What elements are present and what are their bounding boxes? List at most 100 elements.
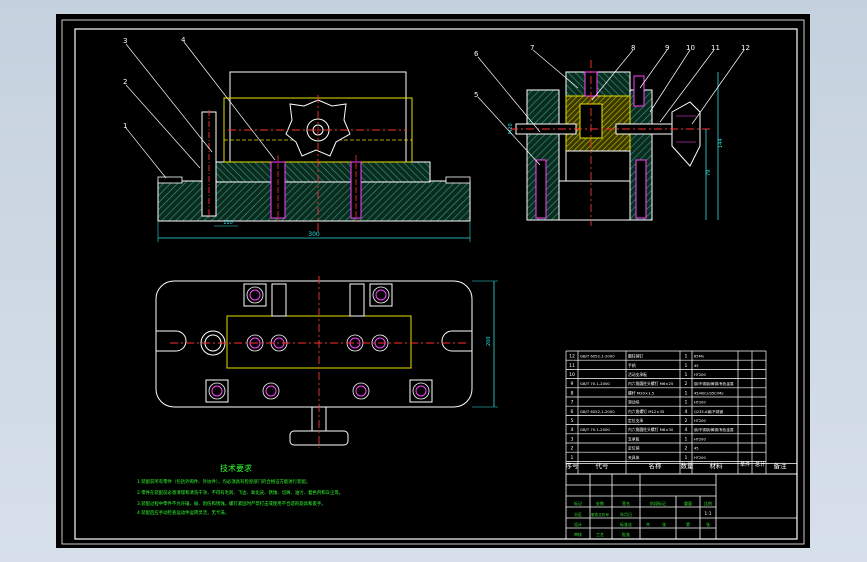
tb-label-sign: 签名	[622, 500, 630, 506]
tb-label-process: 工艺	[596, 532, 604, 537]
side-height-dim2: 79	[706, 170, 712, 176]
bom-h-no: 序号	[566, 461, 580, 470]
bom-row-material: 钢/不锈钢/黄铜/有色金属	[694, 381, 734, 386]
bom-h-code: 代号	[596, 461, 610, 470]
bom-row-no: 9	[571, 381, 574, 387]
bom-row-name: 定位销	[628, 446, 640, 451]
bom-row-material: 65Mn	[694, 355, 704, 359]
bom-row-material: HT200	[694, 419, 706, 423]
tb-label-weight: 重量	[684, 500, 692, 506]
bom-row-material: 45	[694, 447, 699, 451]
bom-row-code: GB/T 70.1-2000	[580, 427, 610, 432]
bom-row-name: 圆柱销钉	[628, 354, 643, 359]
bom-row-material: HT200	[694, 437, 706, 441]
tech-req-line-2: 2.零件在装配前必须清理和清洗干净，不得有毛刺、飞边、氧化皮、锈蚀、切屑、油污、…	[137, 489, 343, 496]
tech-req-title: 技术要求	[220, 463, 252, 473]
bom-row-qty: 1	[685, 436, 688, 442]
top-depth-dim: 200	[486, 336, 492, 346]
tb-scale-value: 1:1	[704, 511, 711, 517]
bom-row-no: 6	[571, 409, 574, 415]
bom-row-no: 1	[571, 455, 574, 461]
tb-label-total: 共	[646, 521, 650, 527]
tb-label-change: 更改文件号	[591, 512, 609, 517]
side-callout-6: 6	[474, 50, 479, 58]
bom-row-material: HT200	[694, 373, 706, 377]
front-callout-2: 2	[123, 78, 127, 86]
bom-row-material: 钢/不锈钢/黄铜/有色金属	[694, 427, 734, 432]
tech-req-line-1: 1.装配前所有零件（包括外购件、外协件），均必须具有检验部门的合格证方能进行装配…	[137, 478, 310, 485]
bom-row-no: 8	[571, 390, 574, 396]
tb-label-sheet1: 张	[662, 521, 666, 527]
bom-row-qty: 4	[685, 409, 688, 415]
front-callout-1: 1	[123, 122, 127, 130]
bom-row-no: 7	[571, 400, 574, 406]
bom-h-name: 名称	[649, 461, 663, 470]
bom-row-code: GB/T 70.1-2000	[580, 381, 610, 386]
bom-row-name: 活动支承板	[628, 372, 647, 377]
bom-h-material: 材料	[710, 461, 724, 470]
tb-label-review: 审核	[574, 531, 582, 537]
bom-row-no: 12	[569, 354, 575, 360]
bom-row-qty: 2	[685, 446, 688, 452]
tb-label-design: 设计	[574, 521, 582, 527]
bom-row-code: GB/T 6052.1-2000	[580, 354, 615, 359]
tb-label-date: 年月日	[620, 511, 632, 517]
side-callout-5: 5	[474, 91, 478, 99]
bom-row-no: 5	[571, 418, 574, 424]
bom-row-material: 45/40Cr/35CrMo	[694, 391, 723, 395]
bom-row-qty: 2	[685, 381, 688, 387]
side-height-dim: 144	[718, 138, 724, 148]
side-callout-12: 12	[741, 44, 750, 52]
cad-viewport[interactable]: 300 110 1 2 3 4 144 79 M20 5 6 7 8 9 10 …	[0, 0, 867, 562]
bom-row-material: HT200	[694, 401, 706, 405]
bom-row-no: 11	[569, 363, 575, 369]
bom-row-qty: 1	[685, 363, 688, 369]
bom-row-no: 2	[571, 446, 574, 452]
tb-label-zone: 分区	[574, 511, 582, 517]
bom-row-name: 支承板	[628, 436, 640, 441]
side-callout-10: 10	[686, 44, 695, 52]
bom-row-qty: 4	[685, 427, 688, 433]
side-callout-8: 8	[631, 44, 635, 52]
tech-req-line-3: 3.装配过程中零件不允许磕、碰、划伤和锈蚀。螺钉紧固时严禁打击或使用不合适的旋具…	[137, 500, 326, 507]
tech-req-line-4: 4.装配后应手动检查运动件运转灵活，无卡滞。	[137, 509, 229, 516]
tb-label-std: 标准化	[620, 521, 632, 527]
bom-row-name: 内六角圆柱头螺钉 M8×30	[628, 427, 674, 432]
bom-row-name: 手柄	[628, 363, 636, 368]
bom-row-name: 螺杆 M20×1.5	[628, 390, 655, 395]
bom-row-no: 10	[569, 372, 575, 378]
bom-row-name: 定位支承	[628, 418, 643, 423]
bom-h-qty: 数量	[681, 461, 695, 470]
tb-label-stage: 阶段标记	[650, 500, 666, 506]
front-callout-3: 3	[123, 37, 127, 45]
bom-row-code: GB/T 6052.1-2000	[580, 409, 615, 414]
bom-row-qty: 1	[685, 400, 688, 406]
bom-row-name: 夹具体	[628, 455, 640, 460]
front-width-dim: 300	[308, 231, 320, 238]
bom-row-qty: 1	[685, 354, 688, 360]
side-callout-9: 9	[665, 44, 669, 52]
front-callout-4: 4	[181, 36, 186, 44]
front-height-dim: 110	[223, 220, 233, 226]
bom-row-material: 45	[694, 364, 699, 368]
bom-row-material: Q235-A钢/不锈钢	[694, 409, 723, 414]
bom-row-name: 内六角圆柱头螺钉 M6×25	[628, 381, 674, 386]
tb-label-sheet2: 张	[706, 521, 710, 527]
tb-label-count: 处数	[596, 500, 604, 506]
side-callout-7: 7	[530, 44, 534, 52]
tb-label-mark: 标记	[574, 500, 582, 506]
bom-h-total: 总计	[755, 461, 765, 468]
bom-row-name: 滑动块	[628, 400, 640, 405]
side-small-dim: M20	[508, 123, 514, 134]
bom-row-no: 3	[571, 436, 574, 442]
bom-row-qty: 1	[685, 372, 688, 378]
tb-label-of: 第	[686, 521, 690, 527]
drawing-sheet: 300 110 1 2 3 4 144 79 M20 5 6 7 8 9 10 …	[56, 14, 810, 548]
bom-row-name: 内六角螺钉 M12×35	[628, 409, 665, 414]
bom-h-note: 备注	[774, 461, 788, 470]
tb-label-scale: 比例	[704, 500, 712, 506]
bom-row-qty: 1	[685, 390, 688, 396]
bom-h-unit: 单件	[740, 461, 750, 468]
side-callout-11: 11	[711, 44, 720, 52]
bom-row-qty: 1	[685, 455, 688, 461]
